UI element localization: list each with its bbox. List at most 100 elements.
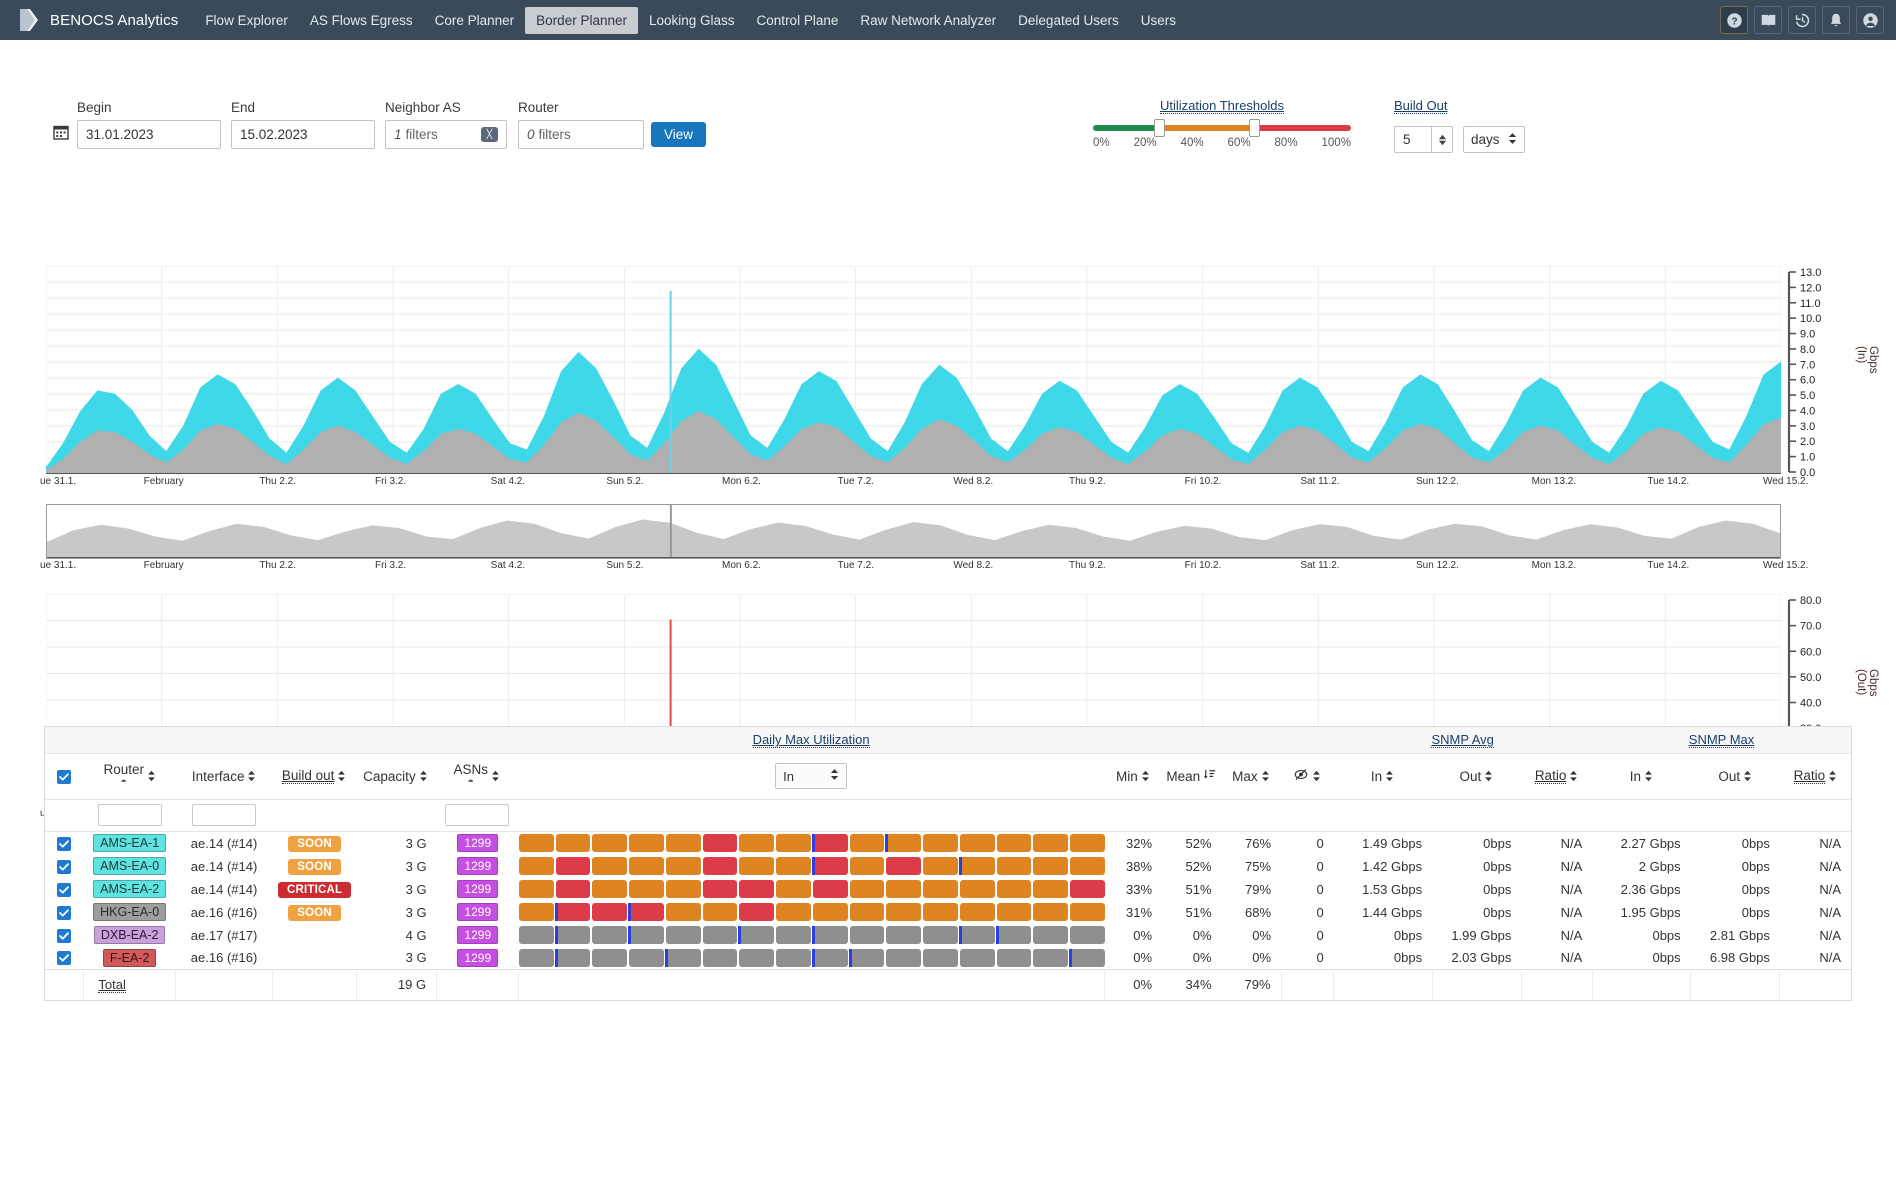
heatmap-cell[interactable] — [592, 880, 627, 898]
help-icon[interactable]: ? — [1720, 6, 1748, 34]
heatmap-cell[interactable] — [519, 926, 554, 944]
heatmap-cell[interactable] — [997, 834, 1032, 852]
heatmap-cell[interactable] — [850, 926, 885, 944]
heatmap-cell[interactable] — [960, 834, 995, 852]
header-capacity[interactable]: Capacity — [355, 753, 435, 799]
heatmap-cell[interactable] — [703, 857, 738, 875]
heatmap-cell[interactable] — [813, 903, 848, 921]
heatmap-cell[interactable] — [666, 857, 701, 875]
sort-snmp-max-in-icon[interactable] — [1644, 770, 1653, 782]
nav-item-control-plane[interactable]: Control Plane — [746, 7, 850, 34]
header-asns[interactable]: ASNs ◓ — [435, 753, 517, 799]
build-out-value[interactable]: 5 — [1394, 126, 1431, 153]
header-snmp-avg-out[interactable]: Out — [1432, 753, 1521, 799]
table-row[interactable]: HKG-EA-0ae.16 (#16)SOON3 G 129931%51%68%… — [45, 901, 1851, 924]
sort-snmp-avg-ratio-icon[interactable] — [1569, 770, 1578, 782]
end-input[interactable]: 15.02.2023 — [231, 120, 375, 149]
heatmap-cell[interactable] — [629, 926, 664, 944]
sort-snmp-avg-in-icon[interactable] — [1385, 770, 1394, 782]
nav-item-users[interactable]: Users — [1130, 7, 1187, 34]
heatmap-cell[interactable] — [886, 903, 921, 921]
header-snmp-max-out[interactable]: Out — [1691, 753, 1780, 799]
heatmap-cell[interactable] — [923, 880, 958, 898]
heatmap-cell[interactable] — [629, 834, 664, 852]
heatmap-cell[interactable] — [776, 834, 811, 852]
heatmap-cell[interactable] — [776, 926, 811, 944]
heatmap-cell[interactable] — [1033, 903, 1068, 921]
heatmap-cell[interactable] — [629, 880, 664, 898]
table-row[interactable]: F-EA-2ae.16 (#16)3 G 12990%0%0%00bps2.03… — [45, 947, 1851, 970]
heatmap-cell[interactable] — [739, 834, 774, 852]
heatmap-cell[interactable] — [850, 903, 885, 921]
direction-select[interactable]: In — [775, 763, 847, 789]
heatmap-cell[interactable] — [1033, 834, 1068, 852]
heatmap-cell[interactable] — [813, 949, 848, 967]
filter-input-asns[interactable] — [445, 804, 509, 826]
heatmap-cell[interactable] — [960, 903, 995, 921]
heatmap-cell[interactable] — [703, 834, 738, 852]
build-out-unit-select[interactable]: days — [1463, 126, 1525, 153]
asn-tag[interactable]: 1299 — [457, 949, 498, 967]
threshold-slider[interactable] — [1093, 125, 1351, 131]
heatmap-cell[interactable] — [666, 949, 701, 967]
heatmap-cell[interactable] — [1070, 903, 1105, 921]
heatmap-cell[interactable] — [703, 949, 738, 967]
heatmap-cell[interactable] — [739, 949, 774, 967]
filter-input-interface[interactable] — [192, 804, 256, 826]
heatmap-cell[interactable] — [703, 926, 738, 944]
heatmap-cell[interactable] — [813, 880, 848, 898]
chart-overview-brush[interactable] — [46, 504, 1781, 559]
row-checkbox[interactable] — [57, 860, 71, 874]
asn-tag[interactable]: 1299 — [457, 857, 498, 875]
heatmap-cell[interactable] — [923, 857, 958, 875]
heatmap-cell[interactable] — [1070, 880, 1105, 898]
heatmap-cell[interactable] — [629, 949, 664, 967]
heatmap-cell[interactable] — [556, 857, 591, 875]
heatmap-cell[interactable] — [997, 926, 1032, 944]
calendar-icon[interactable] — [53, 124, 69, 143]
heatmap-cell[interactable] — [666, 926, 701, 944]
heatmap-cell[interactable] — [592, 834, 627, 852]
sort-asns-icon[interactable] — [491, 770, 500, 782]
heatmap-cell[interactable] — [592, 949, 627, 967]
view-button[interactable]: View — [651, 122, 706, 147]
heatmap-cell[interactable] — [1033, 949, 1068, 967]
header-min[interactable]: Min — [1104, 753, 1161, 799]
heatmap-cell[interactable] — [666, 834, 701, 852]
heatmap-cell[interactable] — [997, 880, 1032, 898]
header-snmp-avg-ratio[interactable]: Ratio — [1521, 753, 1592, 799]
sort-build-out-icon[interactable] — [337, 770, 346, 782]
heatmap-cell[interactable] — [997, 857, 1032, 875]
router-group-eye-icon[interactable]: ◓ — [120, 777, 127, 789]
heatmap-cell[interactable] — [1033, 880, 1068, 898]
heatmap-cell[interactable] — [1070, 949, 1105, 967]
nav-item-flow-explorer[interactable]: Flow Explorer — [194, 7, 299, 34]
heatmap-cell[interactable] — [1033, 857, 1068, 875]
header-build-out[interactable]: Build out — [273, 753, 355, 799]
sort-hidden-icon[interactable] — [1312, 770, 1321, 782]
asn-tag[interactable]: 1299 — [457, 880, 498, 898]
sort-router-icon[interactable] — [147, 770, 156, 782]
heatmap-cell[interactable] — [776, 903, 811, 921]
utilization-thresholds-title[interactable]: Utilization Thresholds — [1160, 98, 1284, 114]
heatmap-cell[interactable] — [519, 903, 554, 921]
heatmap-cell[interactable] — [519, 949, 554, 967]
heatmap-cell[interactable] — [850, 880, 885, 898]
heatmap-cell[interactable] — [519, 857, 554, 875]
table-row[interactable]: DXB-EA-2ae.17 (#17)4 G 12990%0%0%00bps1.… — [45, 924, 1851, 947]
heatmap-cell[interactable] — [960, 949, 995, 967]
heatmap-cell[interactable] — [1070, 857, 1105, 875]
heatmap-cell[interactable] — [1033, 926, 1068, 944]
asn-tag[interactable]: 1299 — [457, 903, 498, 921]
build-out-title[interactable]: Build Out — [1394, 98, 1447, 114]
sort-capacity-icon[interactable] — [419, 770, 428, 782]
heatmap-cell[interactable] — [776, 857, 811, 875]
heatmap-cell[interactable] — [960, 926, 995, 944]
heatmap-cell[interactable] — [739, 926, 774, 944]
sort-snmp-avg-out-icon[interactable] — [1484, 770, 1493, 782]
router-filter[interactable]: 0 filters — [518, 120, 644, 149]
neighbor-as-filter[interactable]: 1 filters ╳ — [385, 120, 507, 149]
build-out-stepper[interactable] — [1431, 126, 1453, 153]
heatmap-cell[interactable] — [923, 926, 958, 944]
heatmap-cell[interactable] — [1070, 926, 1105, 944]
